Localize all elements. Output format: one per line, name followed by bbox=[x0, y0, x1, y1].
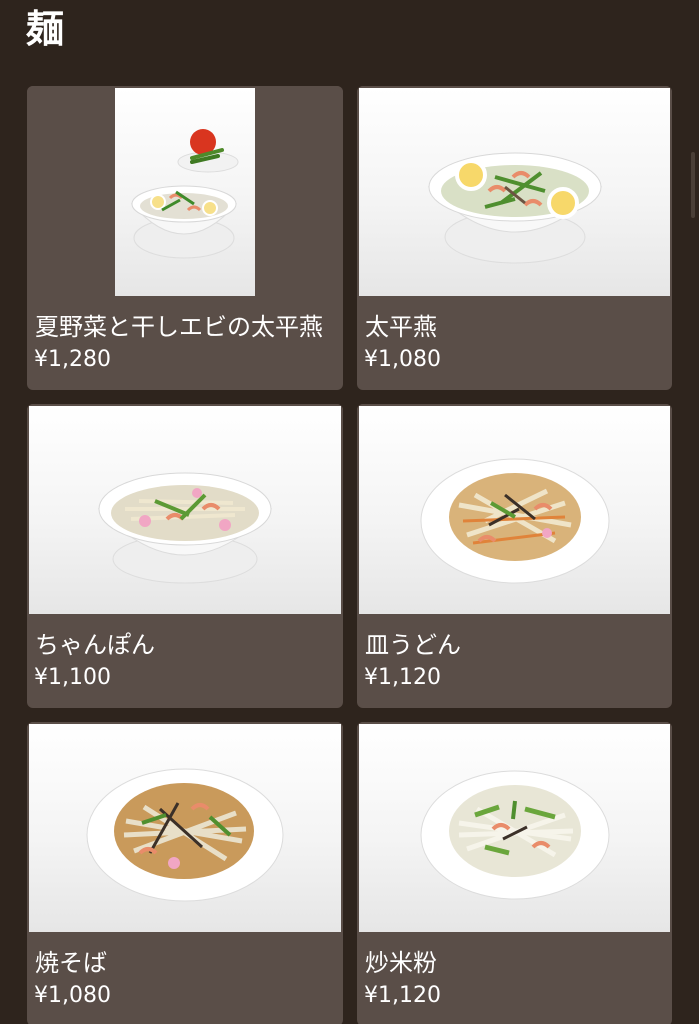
plate-sara-udon-icon bbox=[420, 458, 609, 584]
menu-item-price: ¥1,120 bbox=[364, 983, 441, 1008]
menu-item-thumbnail bbox=[357, 404, 672, 614]
menu-item-photo bbox=[359, 724, 670, 932]
menu-card[interactable]: 炒米粉 ¥1,120 bbox=[357, 722, 672, 1024]
menu-item-thumbnail bbox=[27, 404, 343, 614]
menu-item-photo bbox=[29, 406, 341, 614]
menu-item-photo bbox=[115, 88, 255, 296]
menu-card[interactable]: 太平燕 ¥1,080 bbox=[357, 86, 672, 390]
bowl-soup-with-eggs-icon bbox=[427, 152, 602, 264]
menu-item-name: 皿うどん bbox=[365, 631, 461, 659]
menu-card[interactable]: ちゃんぽん ¥1,100 bbox=[27, 404, 343, 708]
menu-card[interactable]: 焼そば ¥1,080 bbox=[27, 722, 343, 1024]
menu-item-price: ¥1,100 bbox=[34, 665, 111, 690]
menu-item-thumbnail bbox=[357, 722, 672, 932]
bowl-soup-with-tomato-icon bbox=[130, 129, 238, 259]
menu-item-thumbnail bbox=[357, 86, 672, 296]
menu-item-photo bbox=[29, 724, 341, 932]
menu-grid: 夏野菜と干しエビの太平燕 ¥1,280 太平燕 ¥1,080 ちゃんぽん ¥1,… bbox=[27, 86, 672, 1024]
menu-item-photo bbox=[359, 406, 670, 614]
menu-item-name: 夏野菜と干しエビの太平燕 bbox=[35, 313, 323, 341]
menu-item-thumbnail bbox=[27, 722, 343, 932]
menu-item-price: ¥1,080 bbox=[34, 983, 111, 1008]
menu-item-name: ちゃんぽん bbox=[35, 631, 155, 659]
menu-item-photo bbox=[359, 88, 670, 296]
plate-yakisoba-icon bbox=[86, 768, 284, 902]
plate-rice-noodle-icon bbox=[420, 770, 609, 900]
menu-item-price: ¥1,080 bbox=[364, 347, 441, 372]
menu-card[interactable]: 皿うどん ¥1,120 bbox=[357, 404, 672, 708]
section-title: 麺 bbox=[26, 6, 65, 51]
scrollbar[interactable] bbox=[691, 152, 695, 218]
menu-item-name: 太平燕 bbox=[365, 313, 437, 341]
menu-item-thumbnail bbox=[27, 86, 343, 296]
menu-item-price: ¥1,280 bbox=[34, 347, 111, 372]
menu-item-name: 焼そば bbox=[35, 949, 107, 977]
menu-card[interactable]: 夏野菜と干しエビの太平燕 ¥1,280 bbox=[27, 86, 343, 390]
menu-page: 麺 夏野菜と干しエビの太平燕 ¥1,280 太平燕 ¥1,080 ちゃんぽん ¥… bbox=[0, 0, 699, 1024]
menu-item-price: ¥1,120 bbox=[364, 665, 441, 690]
menu-item-name: 炒米粉 bbox=[365, 949, 437, 977]
bowl-champon-icon bbox=[97, 472, 273, 584]
